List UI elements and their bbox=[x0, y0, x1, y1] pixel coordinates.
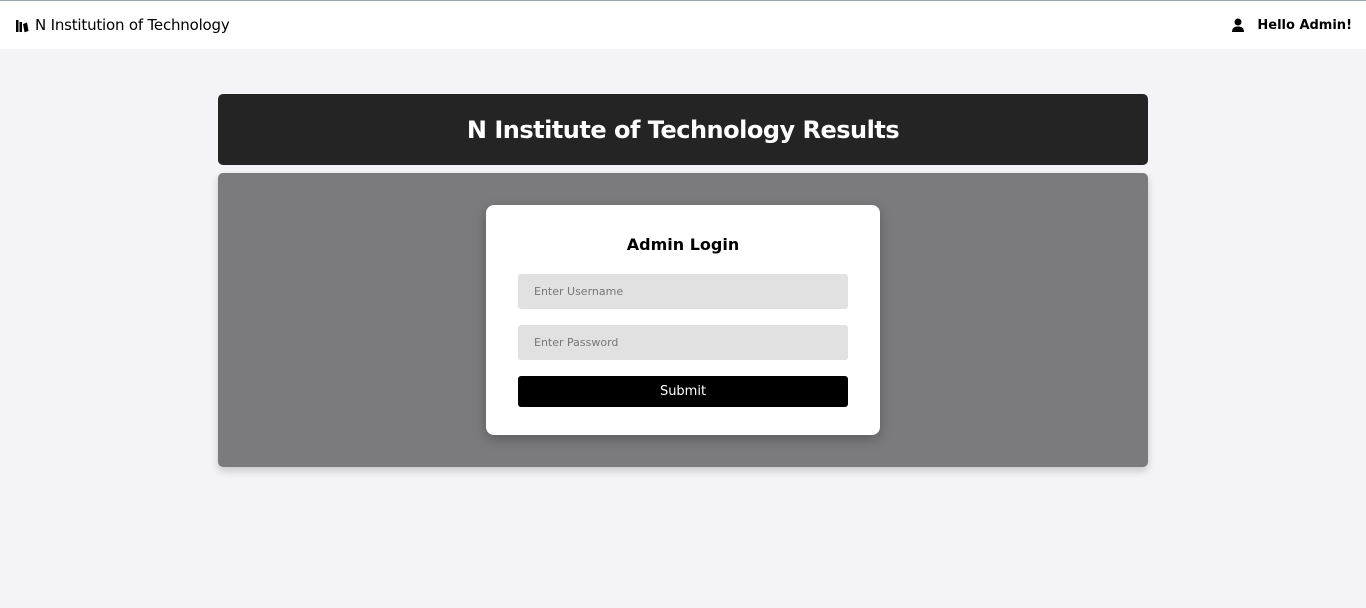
submit-button[interactable]: Submit bbox=[518, 376, 848, 407]
username-input[interactable] bbox=[518, 274, 848, 309]
password-input[interactable] bbox=[518, 325, 848, 360]
results-banner: N Institute of Technology Results bbox=[218, 94, 1148, 165]
user-menu[interactable]: Hello Admin! bbox=[1231, 15, 1352, 35]
brand-link[interactable]: N Institution of Technology bbox=[15, 15, 230, 35]
person-icon bbox=[1231, 18, 1245, 33]
login-panel: Admin Login Submit bbox=[218, 173, 1148, 467]
page-title: N Institute of Technology Results bbox=[466, 115, 900, 144]
user-greeting: Hello Admin! bbox=[1257, 17, 1352, 33]
brand-name: N Institution of Technology bbox=[35, 16, 230, 34]
library-books-icon bbox=[15, 18, 29, 33]
top-navbar: N Institution of Technology Hello Admin! bbox=[0, 0, 1366, 49]
login-title: Admin Login bbox=[626, 235, 740, 254]
admin-login-form: Admin Login Submit bbox=[486, 205, 880, 435]
